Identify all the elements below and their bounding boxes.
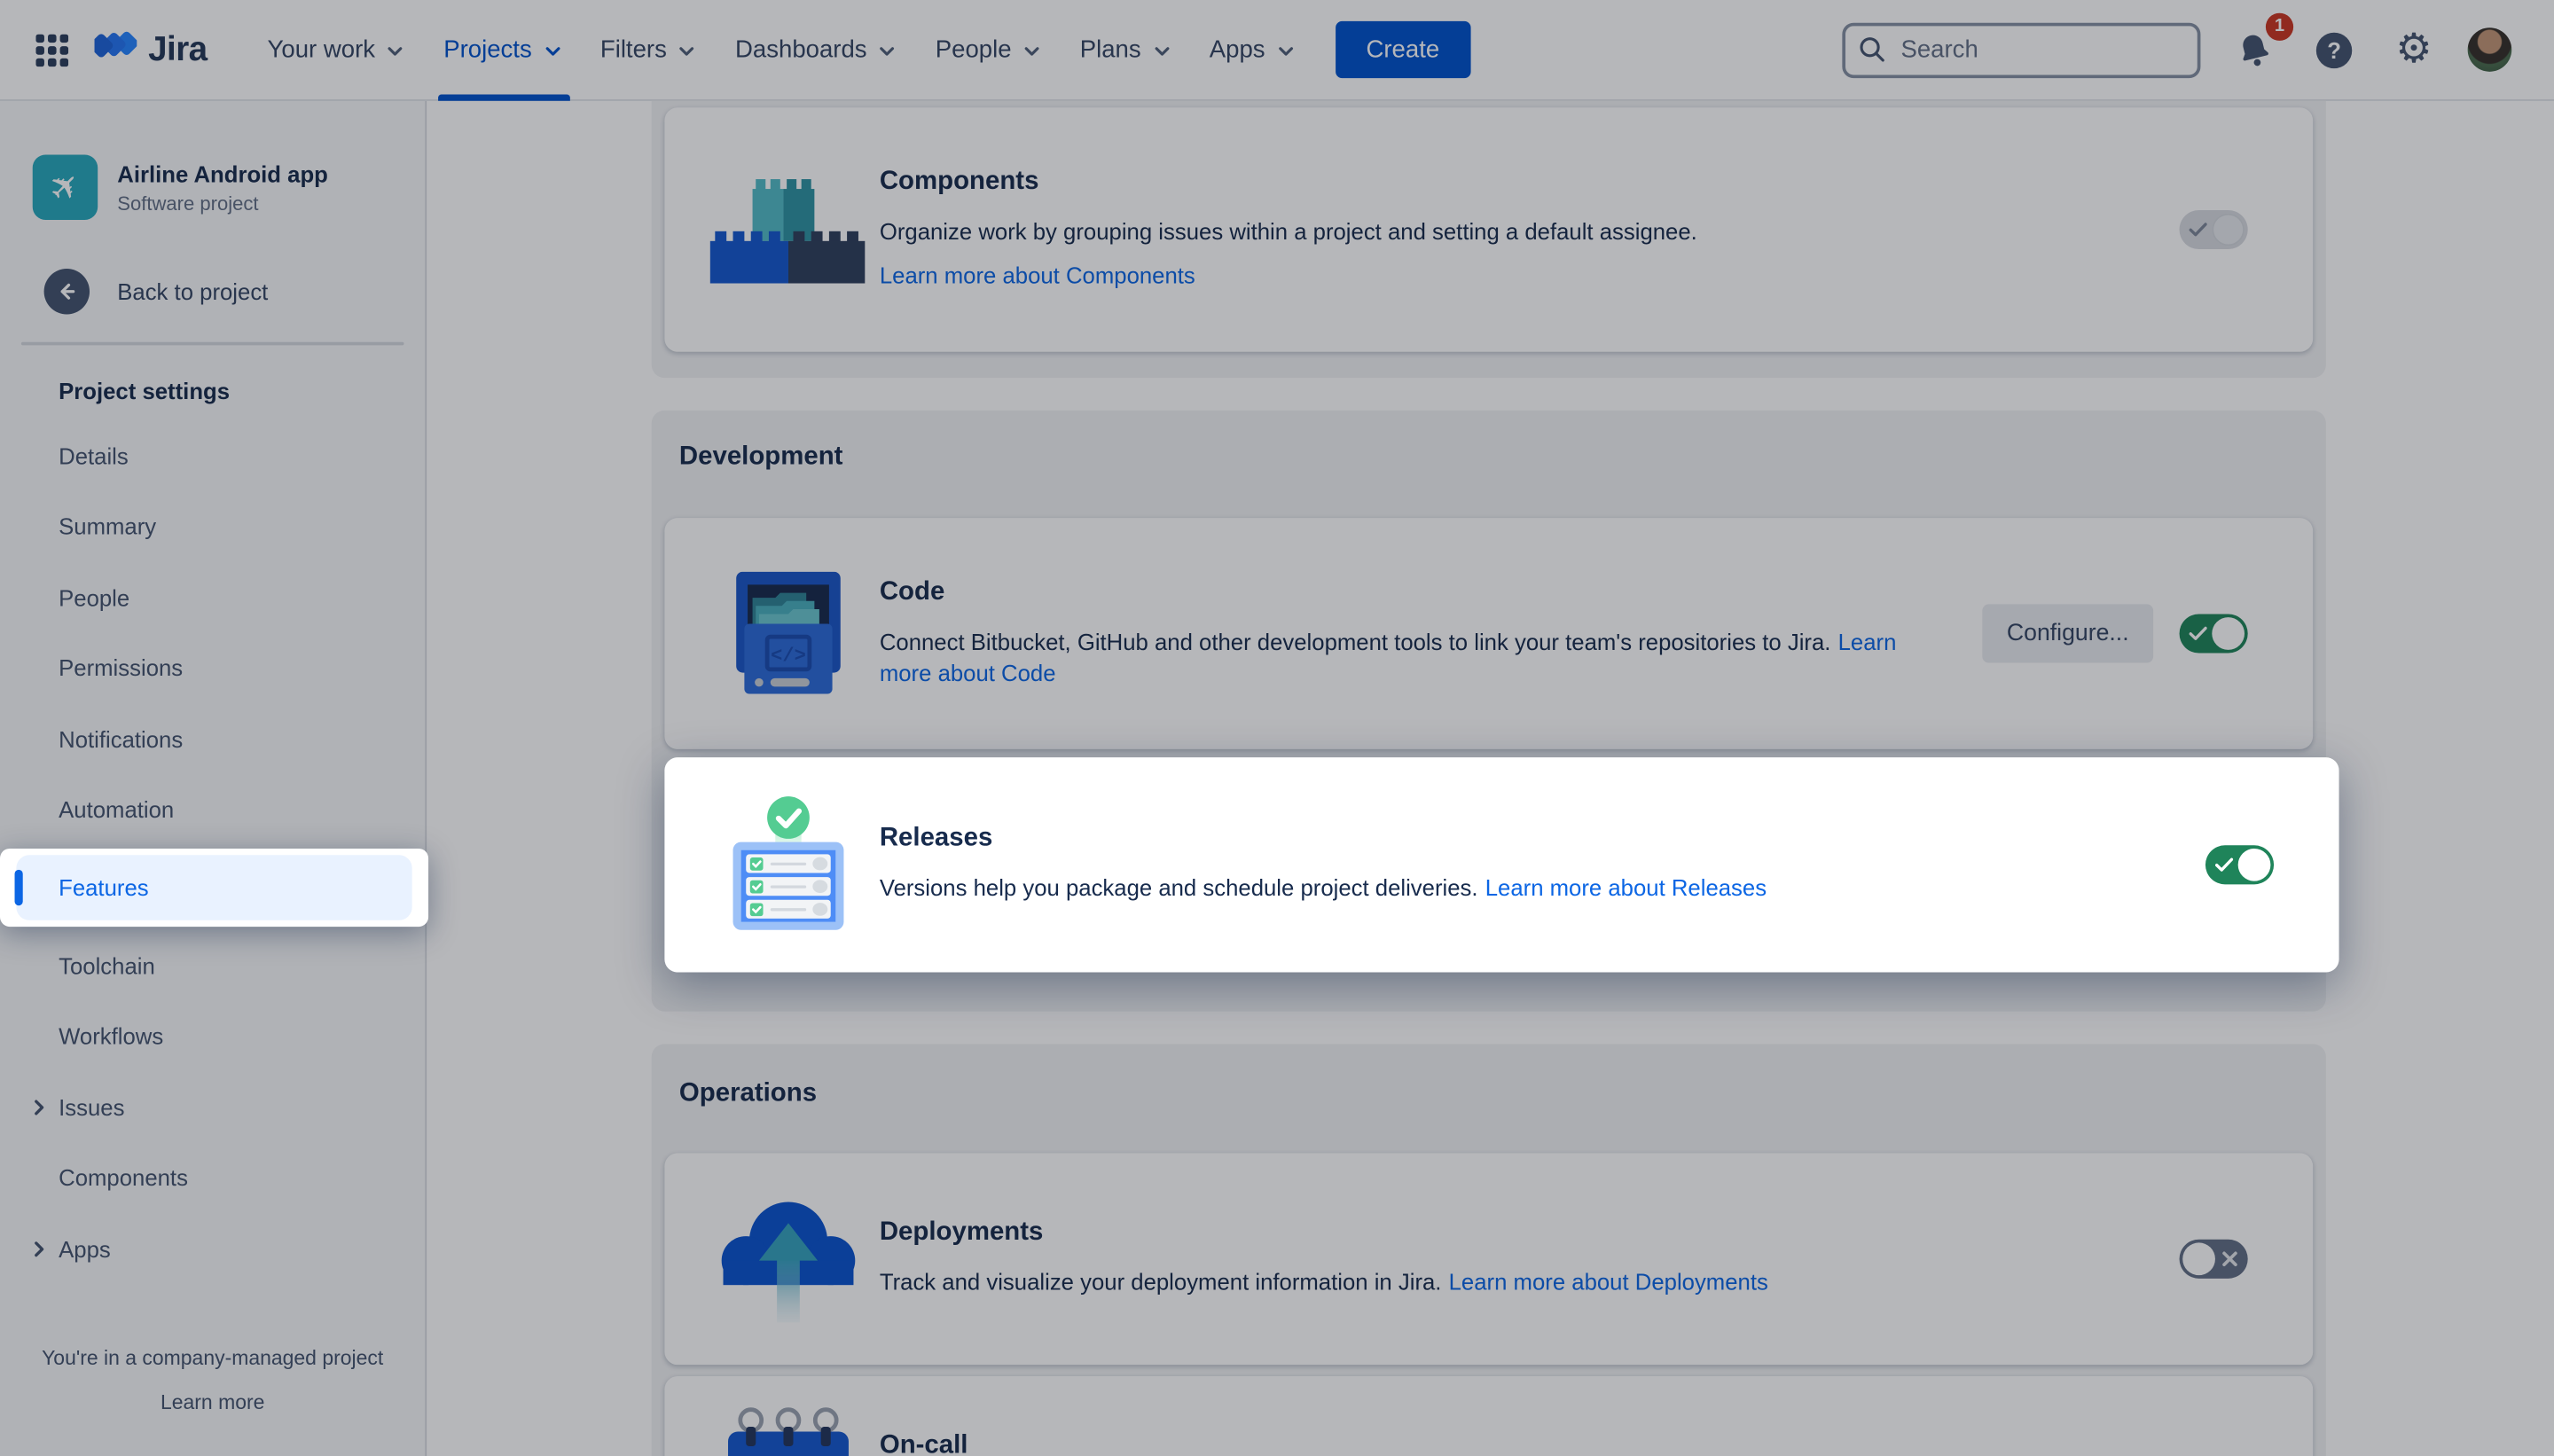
sidebar-item[interactable]: Notifications [16,703,409,774]
project-header: ✈ Airline Android app Software project [33,154,399,219]
back-to-project-button[interactable]: Back to project [44,269,399,314]
releases-toggle[interactable] [2205,845,2274,884]
components-card: Components Organize work by grouping iss… [664,107,2313,352]
oncall-card-title: On-call [880,1431,2215,1456]
sidebar-item[interactable]: Workflows [16,1001,409,1072]
oncall-calendar-icon [697,1405,880,1456]
nav-item[interactable]: Apps [1192,0,1316,100]
jira-logo[interactable]: Jira [95,25,208,75]
chevron-down-icon [875,39,900,64]
release-check-badge-icon [767,796,810,839]
nav-item[interactable]: Filters [583,0,717,100]
deployments-cloud-icon [697,1189,880,1329]
components-toggle[interactable] [2180,210,2248,249]
managed-project-note: You're in a company-managed project [16,1347,409,1370]
components-card-description: Organize work by grouping issues within … [880,218,1697,244]
sidebar-item[interactable]: Toolchain [16,930,409,1001]
sidebar-item[interactable]: Apps [16,1213,409,1284]
development-panel: Development </> [652,411,2326,1012]
project-settings-heading: Project settings [59,378,425,403]
releases-card: Releases Versions help you package and s… [664,757,2339,972]
sidebar-item[interactable]: Features [16,855,411,920]
jira-logo-mark-icon [95,25,137,75]
releases-icon [697,793,880,936]
deployments-toggle[interactable] [2180,1240,2248,1279]
project-name: Airline Android app [117,160,328,186]
oncall-card: On-call [664,1376,2313,1456]
sidebar-footer: You're in a company-managed project Lear… [0,1347,425,1456]
sidebar-item[interactable]: People [16,562,409,633]
components-lego-icon [697,176,880,283]
chevron-down-icon [675,39,700,64]
app-viewport: Jira Your work Projects Filters [0,0,2554,1456]
help-icon[interactable]: ? [2308,24,2361,76]
search-box [1842,22,2200,77]
code-card: </> Code Connect Bitbucket, GitHub and o… [664,518,2313,749]
sidebar-item[interactable]: Summary [16,491,409,562]
chevron-down-icon [1149,39,1174,64]
back-arrow-icon [44,269,90,314]
chevron-down-icon [1020,39,1045,64]
code-card-description: Connect Bitbucket, GitHub and other deve… [880,629,1831,654]
create-button[interactable]: Create [1336,21,1471,78]
chevron-down-icon [540,39,565,64]
svg-text:</>: </> [771,646,806,668]
primary-nav: Your work Projects Filters Dashboards [249,0,1315,100]
components-panel: Components Organize work by grouping iss… [652,101,2326,378]
configure-button[interactable]: Configure... [1982,604,2153,662]
code-card-title: Code [880,578,1950,607]
project-avatar: ✈ [33,154,98,219]
operations-heading: Operations [679,1080,817,1109]
deployments-card: Deployments Track and visualize your dep… [664,1153,2313,1365]
sidebar-learn-more-link[interactable]: Learn more [161,1391,264,1414]
notification-badge: 1 [2266,12,2293,40]
components-card-title: Components [880,168,2147,197]
back-to-project-label: Back to project [117,278,268,304]
releases-card-description: Versions help you package and schedule p… [880,874,1478,900]
nav-item[interactable]: Projects [426,0,583,100]
jira-logo-text: Jira [148,30,207,69]
sidebar-nav: Details Summary [0,420,425,1284]
nav-right-cluster: 1 ? ⚙ [1842,22,2554,77]
sidebar-item[interactable]: Automation [16,774,409,845]
nav-item[interactable]: People [918,0,1062,100]
airplane-icon: ✈ [42,164,89,211]
top-nav: Jira Your work Projects Filters [0,0,2554,101]
operations-panel: Operations [652,1044,2326,1456]
notifications-bell-icon[interactable]: 1 [2229,24,2281,76]
code-toggle[interactable] [2180,614,2248,653]
main-content: Components Organize work by grouping iss… [427,101,2554,1456]
chevron-right-icon [26,1236,51,1262]
nav-item[interactable]: Your work [249,0,426,100]
nav-item[interactable]: Dashboards [717,0,918,100]
chevron-down-icon [383,39,408,64]
releases-learn-more-link[interactable]: Learn more about Releases [1485,874,1767,900]
sidebar-item[interactable]: Components [16,1142,409,1213]
releases-card-title: Releases [880,824,2173,853]
sidebar-item[interactable]: Permissions [16,633,409,704]
chevron-right-icon [26,1094,51,1120]
project-type: Software project [117,192,328,215]
search-icon [1859,35,1886,62]
components-learn-more-link[interactable]: Learn more about Components [880,262,1195,288]
deployments-learn-more-link[interactable]: Learn more about Deployments [1449,1269,1768,1295]
chevron-down-icon [1273,39,1298,64]
code-icon: </> [697,572,880,696]
app-switcher-grid-icon[interactable] [26,24,78,76]
development-heading: Development [679,443,843,473]
sidebar: ✈ Airline Android app Software project B… [0,101,427,1456]
nav-item[interactable]: Plans [1062,0,1191,100]
svg-text:?: ? [2327,38,2341,63]
sidebar-divider [21,342,404,346]
deployments-card-description: Track and visualize your deployment info… [880,1269,1442,1295]
sidebar-item[interactable]: Issues [16,1072,409,1143]
sidebar-item[interactable]: Details [16,420,409,491]
search-input[interactable] [1842,22,2200,77]
settings-gear-icon[interactable]: ⚙ [2388,24,2440,76]
user-avatar[interactable] [2468,27,2512,72]
deployments-card-title: Deployments [880,1218,2147,1248]
